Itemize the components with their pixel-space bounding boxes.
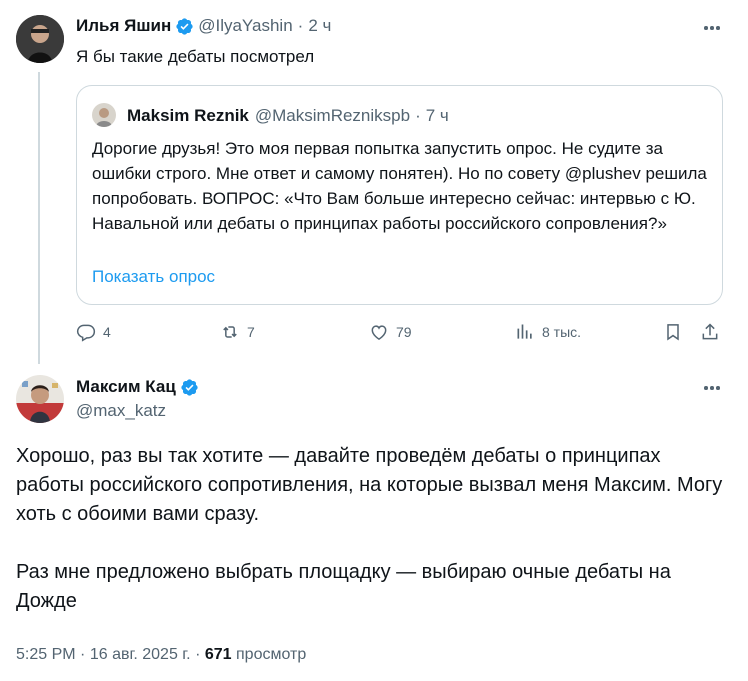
views-number: 671 — [204, 646, 232, 663]
reply-button[interactable]: 4 — [76, 322, 111, 342]
bookmark-icon — [667, 324, 679, 341]
verified-badge-icon — [176, 17, 193, 35]
separator-dot: · — [415, 106, 421, 125]
views-count: 8 тыс. — [542, 324, 582, 340]
post-meta: 5:25 PM · 16 авг. 2025 г. · 671 просмотр — [16, 646, 306, 664]
action-bar: 4 7 79 8 тыс. — [76, 318, 726, 348]
quote-author-handle: @MaksimReznikspb — [254, 106, 411, 125]
quoted-tweet-card[interactable]: Maksim Reznik @MaksimReznikspb · 7 ч Дор… — [76, 85, 723, 305]
separator-dot: · — [297, 16, 304, 35]
views-icon — [517, 324, 532, 339]
separator-dot: · — [80, 646, 90, 663]
quote-avatar — [92, 103, 116, 127]
main-post-paragraph: Хорошо, раз вы так хотите — давайте пров… — [16, 445, 723, 525]
repost-button[interactable]: 7 — [220, 322, 255, 342]
main-avatar[interactable] — [16, 375, 64, 423]
verified-badge-icon — [181, 378, 198, 396]
reply-icon — [76, 324, 96, 342]
quote-author-name: Maksim Reznik — [127, 106, 249, 125]
post-date[interactable]: 16 авг. 2025 г. — [90, 646, 191, 663]
main-author-name[interactable]: Максим Кац — [76, 377, 176, 397]
repost-count: 7 — [247, 324, 255, 340]
quote-text: Дорогие друзья! Это моя первая попытка з… — [92, 139, 707, 233]
views-button[interactable]: 8 тыс. — [515, 322, 581, 342]
avatar[interactable] — [16, 15, 64, 63]
separator-dot: · — [195, 646, 205, 663]
author-name[interactable]: Илья Яшин — [76, 16, 171, 36]
more-icon[interactable] — [700, 376, 724, 400]
bookmark-button[interactable] — [663, 322, 690, 342]
quote-time: 7 ч — [425, 106, 449, 125]
post-time[interactable]: 2 ч — [308, 16, 331, 36]
main-post-paragraph: Раз мне предложено выбрать площадку — вы… — [16, 561, 671, 612]
main-author-handle[interactable]: @max_katz — [76, 401, 166, 421]
main-post-text: Хорошо, раз вы так хотите — давайте пров… — [16, 442, 732, 645]
post-text: Я бы такие дебаты посмотрел — [76, 47, 315, 66]
repost-icon — [223, 326, 237, 338]
post-time[interactable]: 5:25 PM — [16, 646, 76, 663]
like-button[interactable]: 79 — [369, 322, 412, 342]
more-icon[interactable] — [700, 16, 724, 40]
show-poll-link[interactable]: Показать опрос — [92, 267, 215, 287]
views-label: просмотр — [236, 646, 307, 663]
thread-line — [38, 72, 40, 364]
author-handle[interactable]: @IlyaYashin — [198, 16, 292, 36]
share-button[interactable] — [700, 322, 727, 342]
like-count: 79 — [396, 324, 412, 340]
reply-count: 4 — [103, 324, 111, 340]
like-icon — [371, 325, 387, 340]
share-icon — [702, 323, 718, 340]
